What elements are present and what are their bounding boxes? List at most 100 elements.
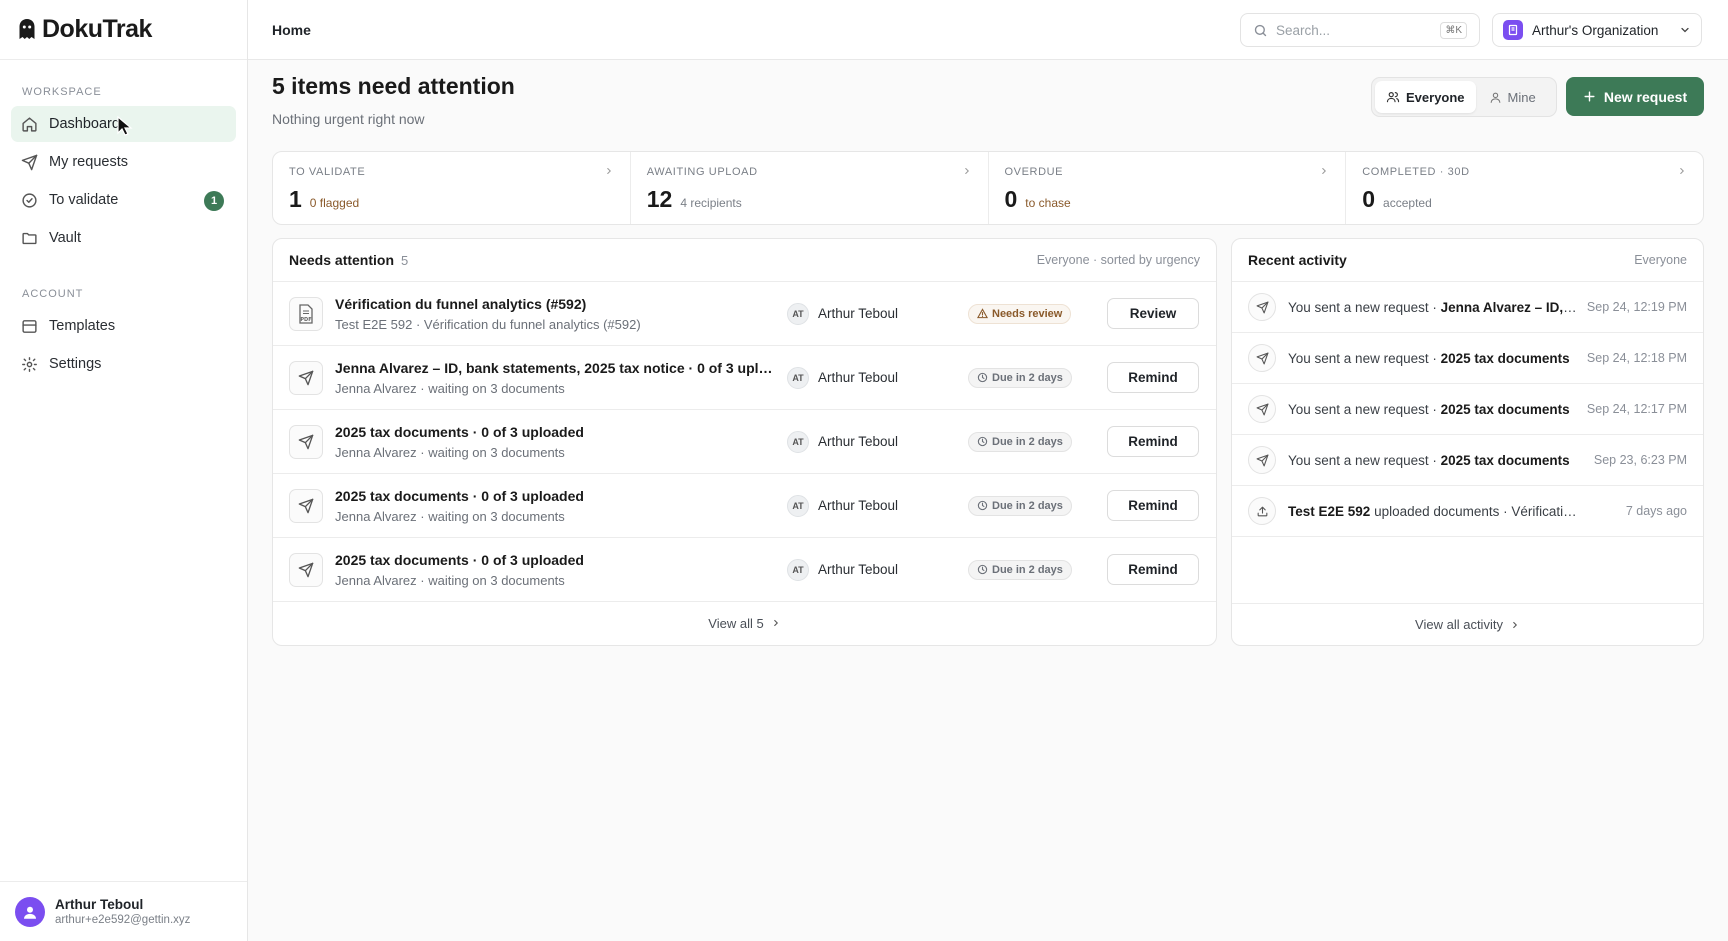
- row-subtitle: Test E2E 592 · Vérification du funnel an…: [335, 316, 641, 332]
- mouse-pointer-icon: [116, 116, 134, 136]
- assignee-initials: AT: [787, 494, 809, 517]
- sidebar-item-vault[interactable]: Vault: [11, 220, 236, 256]
- table-row[interactable]: PDF Vérification du funnel analytics (#5…: [273, 282, 1216, 346]
- users-icon: [1386, 90, 1400, 104]
- filter-everyone-button[interactable]: Everyone: [1375, 81, 1476, 113]
- table-row[interactable]: 2025 tax documents · 0 of 3 uploaded Jen…: [273, 474, 1216, 538]
- account-nav: Templates Settings: [0, 300, 247, 382]
- org-switcher[interactable]: Arthur's Organization: [1492, 13, 1702, 47]
- list-item[interactable]: You sent a new request · 2025 tax docume…: [1232, 435, 1703, 486]
- chevron-right-icon: [1677, 166, 1687, 176]
- assignee-initials: AT: [787, 558, 809, 581]
- brand-name: DokuTrak: [42, 15, 152, 43]
- check-circle-icon: [21, 192, 38, 209]
- plus-icon: [1583, 90, 1596, 103]
- send-icon: [1248, 446, 1276, 474]
- sidebar-item-label: Settings: [49, 356, 102, 372]
- activity-subject: Jenna Alvarez – ID, bank statements, 202…: [1440, 299, 1578, 315]
- page-title: 5 items need attention: [272, 73, 515, 99]
- pdf-file-icon: PDF: [289, 296, 323, 331]
- list-item[interactable]: Test E2E 592 uploaded documents · Vérifi…: [1232, 486, 1703, 537]
- stat-awaiting-upload[interactable]: AWAITING UPLOAD 12 4 recipients: [631, 152, 989, 224]
- row-title: Vérification du funnel analytics (#592): [335, 295, 587, 312]
- account-section-label: ACCOUNT: [22, 288, 84, 300]
- row-subtitle: Jenna Alvarez · waiting on 3 documents: [335, 572, 565, 588]
- status-text: Due in 2 days: [992, 371, 1063, 384]
- view-all-label: View all activity: [1415, 617, 1503, 632]
- table-row[interactable]: 2025 tax documents · 0 of 3 uploaded Jen…: [273, 410, 1216, 474]
- assignee-initials: AT: [787, 430, 809, 453]
- clock-icon: [977, 372, 988, 383]
- send-icon: [289, 360, 323, 395]
- stat-sub: to chase: [1025, 196, 1071, 210]
- remind-button[interactable]: Remind: [1107, 362, 1199, 393]
- remind-button[interactable]: Remind: [1107, 426, 1199, 457]
- sidebar-item-label: Templates: [49, 318, 116, 334]
- remind-button[interactable]: Remind: [1107, 490, 1199, 521]
- table-row[interactable]: 2025 tax documents · 0 of 3 uploaded Jen…: [273, 538, 1216, 602]
- search-icon: [1253, 23, 1268, 38]
- folder-icon: [21, 230, 38, 247]
- activity-prefix: You sent a new request ·: [1288, 401, 1441, 417]
- brand[interactable]: DokuTrak: [0, 0, 247, 60]
- assignee: AT Arthur Teboul: [787, 558, 899, 581]
- activity-prefix: You sent a new request ·: [1288, 299, 1441, 315]
- list-item[interactable]: You sent a new request · Jenna Alvarez –…: [1232, 282, 1703, 333]
- stats-bar: TO VALIDATE 1 0 flagged AWAITING UPLOAD …: [272, 151, 1704, 225]
- stat-overdue[interactable]: OVERDUE 0 to chase: [989, 152, 1347, 224]
- sidebar-item-label: To validate: [49, 192, 119, 208]
- row-subtitle: Jenna Alvarez · waiting on 3 documents: [335, 380, 565, 396]
- activity-text: You sent a new request · 2025 tax docume…: [1288, 453, 1578, 468]
- activity-time: Sep 24, 12:18 PM: [1586, 351, 1687, 365]
- breadcrumb[interactable]: Home: [272, 22, 311, 38]
- activity-time: 7 days ago: [1625, 504, 1687, 518]
- assignee-name: Arthur Teboul: [818, 498, 899, 513]
- needs-attention-panel: Needs attention 5 Everyone · sorted by u…: [272, 238, 1217, 646]
- sidebar: DokuTrak WORKSPACE Dashboard My requests…: [0, 0, 248, 941]
- sidebar-item-to-validate[interactable]: To validate 1: [11, 182, 236, 218]
- stat-value: 0: [1362, 186, 1376, 212]
- view-all-activity-link[interactable]: View all activity: [1232, 603, 1703, 645]
- view-all-requests-link[interactable]: View all 5: [273, 602, 1216, 644]
- list-item[interactable]: You sent a new request · 2025 tax docume…: [1232, 384, 1703, 435]
- sidebar-item-settings[interactable]: Settings: [11, 346, 236, 382]
- remind-button[interactable]: Remind: [1107, 554, 1199, 585]
- filter-mine-label: Mine: [1507, 89, 1536, 105]
- row-subtitle: Jenna Alvarez · waiting on 3 documents: [335, 508, 565, 524]
- stat-sub: 0 flagged: [309, 196, 360, 210]
- sidebar-item-label: My requests: [49, 154, 128, 170]
- chevron-right-icon: [771, 618, 781, 628]
- table-row[interactable]: Jenna Alvarez – ID, bank statements, 202…: [273, 346, 1216, 410]
- chevron-right-icon: [1510, 620, 1520, 630]
- user-profile[interactable]: Arthur Teboul arthur+e2e592@gettin.xyz: [0, 881, 247, 941]
- row-title: 2025 tax documents · 0 of 3 uploaded: [335, 487, 584, 504]
- gear-icon: [21, 356, 38, 373]
- assignee-name: Arthur Teboul: [818, 562, 899, 577]
- sidebar-item-templates[interactable]: Templates: [11, 308, 236, 344]
- stat-completed[interactable]: COMPLETED · 30D 0 accepted: [1346, 152, 1703, 224]
- app: DokuTrak WORKSPACE Dashboard My requests…: [0, 0, 1728, 941]
- sidebar-item-my-requests[interactable]: My requests: [11, 144, 236, 180]
- stat-to-validate[interactable]: TO VALIDATE 1 0 flagged: [273, 152, 631, 224]
- assignee: AT Arthur Teboul: [787, 366, 898, 389]
- stat-label: AWAITING UPLOAD: [646, 166, 758, 178]
- row-subtitle: Jenna Alvarez · waiting on 3 documents: [335, 444, 565, 460]
- user-name: Arthur Teboul: [55, 897, 144, 912]
- avatar: [15, 896, 45, 927]
- new-request-button[interactable]: New request: [1566, 77, 1704, 116]
- assignee-initials: AT: [787, 302, 809, 325]
- activity-time: Sep 24, 12:19 PM: [1586, 300, 1687, 314]
- activity-subject: 2025 tax documents: [1440, 452, 1570, 468]
- activity-text: You sent a new request · Jenna Alvarez –…: [1288, 300, 1578, 315]
- ghost-logo-icon: [18, 18, 36, 42]
- row-title: 2025 tax documents · 0 of 3 uploaded: [335, 551, 584, 568]
- activity-prefix: You sent a new request ·: [1288, 350, 1441, 366]
- owner-filter: Everyone Mine: [1371, 77, 1557, 117]
- filter-mine-button[interactable]: Mine: [1478, 81, 1547, 113]
- activity-subject: Test E2E 592: [1288, 503, 1371, 519]
- row-title: Jenna Alvarez – ID, bank statements, 202…: [335, 359, 775, 376]
- list-item[interactable]: You sent a new request · 2025 tax docume…: [1232, 333, 1703, 384]
- sidebar-item-label: Dashboard: [49, 116, 120, 132]
- review-button[interactable]: Review: [1107, 298, 1199, 329]
- search-input[interactable]: Search... ⌘K: [1240, 13, 1480, 47]
